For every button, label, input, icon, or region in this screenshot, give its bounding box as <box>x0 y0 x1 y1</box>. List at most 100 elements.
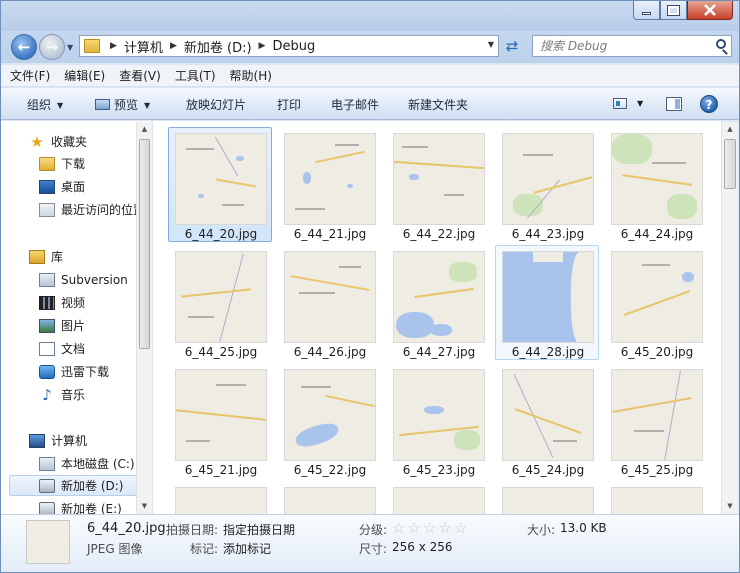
scrollbar-thumb[interactable] <box>139 139 150 349</box>
menu-file[interactable]: 文件(F) <box>10 67 50 84</box>
image-thumbnail <box>502 251 594 343</box>
scroll-down-icon[interactable]: ▼ <box>722 499 738 514</box>
breadcrumb-volume-d[interactable]: 新加卷 (D:) <box>183 37 253 56</box>
file-tile[interactable]: 6_44_23.jpg <box>495 127 599 242</box>
file-name: 6_45_24.jpg <box>511 463 585 477</box>
size-value: 13.0 KB <box>560 521 607 535</box>
file-tile[interactable]: 6_45_25.jpg <box>604 363 708 478</box>
search-box[interactable] <box>532 35 732 57</box>
preview-button[interactable]: 预览 ▼ <box>95 96 150 113</box>
file-tile[interactable]: 6_44_26.jpg <box>277 245 381 360</box>
menu-tools[interactable]: 工具(T) <box>175 67 216 84</box>
breadcrumb-computer[interactable]: 计算机 <box>123 37 164 56</box>
file-tile[interactable] <box>386 481 490 514</box>
tags-value[interactable]: 添加标记 <box>223 540 271 557</box>
image-thumbnail <box>502 487 594 514</box>
nav-libraries[interactable]: 库 <box>29 246 151 267</box>
nav-label: 库 <box>51 250 64 264</box>
navigation-scrollbar[interactable]: ▲ ▼ <box>136 122 152 514</box>
search-icon[interactable] <box>716 39 726 49</box>
file-tile[interactable]: 6_44_25.jpg <box>168 245 272 360</box>
date-taken-value[interactable]: 指定拍摄日期 <box>223 521 295 538</box>
file-name: 6_45_21.jpg <box>184 463 258 477</box>
file-tile[interactable]: 6_44_27.jpg <box>386 245 490 360</box>
file-tile[interactable] <box>168 481 272 514</box>
organize-button[interactable]: 组织 ▼ <box>27 96 63 113</box>
address-bar[interactable]: ▶ 计算机 ▶ 新加卷 (D:) ▶ Debug ▼ <box>79 35 499 57</box>
image-thumbnail <box>502 133 594 225</box>
image-thumbnail <box>175 369 267 461</box>
history-dropdown-icon[interactable]: ▼ <box>67 43 73 52</box>
caption-buttons <box>633 1 733 20</box>
image-thumbnail <box>284 251 376 343</box>
nav-favorites[interactable]: ★ 收藏夹 <box>29 131 151 152</box>
new-folder-button[interactable]: 新建文件夹 <box>408 96 468 113</box>
maximize-button[interactable] <box>660 1 687 20</box>
file-view-scrollbar[interactable]: ▲ ▼ <box>721 122 738 514</box>
refresh-button[interactable]: ⇄ <box>501 36 523 56</box>
star-icon[interactable]: ☆ <box>438 521 451 536</box>
xunlei-icon <box>39 364 55 379</box>
file-name: 6_44_28.jpg <box>511 345 585 359</box>
folder-icon <box>84 39 100 53</box>
file-name: 6_44_21.jpg <box>293 227 367 241</box>
file-name: 6_44_27.jpg <box>402 345 476 359</box>
star-icon[interactable]: ☆ <box>423 521 436 536</box>
file-tile[interactable]: 6_45_22.jpg <box>277 363 381 478</box>
file-tile[interactable]: 6_44_28.jpg <box>495 245 599 360</box>
breadcrumb-separator-icon[interactable]: ▶ <box>170 41 177 51</box>
help-icon[interactable]: ? <box>700 95 718 113</box>
search-input[interactable] <box>540 39 705 53</box>
file-tile[interactable]: 6_45_24.jpg <box>495 363 599 478</box>
computer-icon <box>29 433 45 448</box>
star-icon[interactable]: ☆ <box>454 521 467 536</box>
back-button[interactable]: ← <box>11 34 37 60</box>
menu-help[interactable]: 帮助(H) <box>230 67 272 84</box>
file-tile[interactable] <box>495 481 599 514</box>
scroll-up-icon[interactable]: ▲ <box>722 122 738 137</box>
change-view-icon[interactable] <box>613 98 627 109</box>
library-icon <box>29 249 45 264</box>
drive-icon <box>39 478 55 493</box>
scrollbar-thumb[interactable] <box>724 139 736 189</box>
document-icon <box>39 341 55 356</box>
menu-view[interactable]: 查看(V) <box>119 67 161 84</box>
print-button[interactable]: 打印 <box>277 96 301 113</box>
scroll-up-icon[interactable]: ▲ <box>137 122 152 137</box>
forward-button[interactable]: → <box>39 34 65 60</box>
star-icon: ★ <box>30 132 44 151</box>
file-tile[interactable]: 6_44_21.jpg <box>277 127 381 242</box>
menu-edit[interactable]: 编辑(E) <box>64 67 105 84</box>
view-dropdown-icon[interactable]: ▼ <box>637 99 643 108</box>
file-tile[interactable] <box>277 481 381 514</box>
dimensions-value: 256 x 256 <box>392 540 453 554</box>
email-button[interactable]: 电子邮件 <box>331 96 379 113</box>
preview-pane-icon[interactable] <box>666 97 682 111</box>
nav-label: 迅雷下载 <box>61 365 110 379</box>
breadcrumb-debug[interactable]: Debug <box>271 39 316 54</box>
nav-computer[interactable]: 计算机 <box>29 430 151 451</box>
breadcrumb-separator-icon[interactable]: ▶ <box>259 41 266 51</box>
star-icon[interactable]: ☆ <box>407 521 420 536</box>
file-tile[interactable]: 6_45_21.jpg <box>168 363 272 478</box>
file-tile[interactable]: 6_44_24.jpg <box>604 127 708 242</box>
scroll-down-icon[interactable]: ▼ <box>137 499 152 514</box>
nav-volume-d[interactable]: 新加卷 (D:) <box>9 475 137 496</box>
size-label: 大小: <box>527 523 556 537</box>
file-name: 6_44_20.jpg <box>184 227 258 241</box>
navigation-row: ← → ▼ ▶ 计算机 ▶ 新加卷 (D:) ▶ Debug ▼ ⇄ <box>1 31 739 63</box>
title-bar[interactable] <box>1 1 739 31</box>
rating-stars[interactable]: ☆ ☆ ☆ ☆ ☆ <box>392 521 469 536</box>
file-tile[interactable]: 6_45_20.jpg <box>604 245 708 360</box>
minimize-button[interactable] <box>633 1 660 20</box>
slideshow-button[interactable]: 放映幻灯片 <box>186 96 246 113</box>
file-tile[interactable]: 6_44_22.jpg <box>386 127 490 242</box>
address-dropdown-icon[interactable]: ▼ <box>488 40 494 49</box>
breadcrumb-separator-icon[interactable]: ▶ <box>110 41 117 51</box>
file-tile[interactable] <box>604 481 708 514</box>
file-tile[interactable]: 6_45_23.jpg <box>386 363 490 478</box>
file-tile[interactable]: 6_44_20.jpg <box>168 127 272 242</box>
close-button[interactable] <box>687 1 733 20</box>
image-thumbnail <box>393 369 485 461</box>
star-icon[interactable]: ☆ <box>392 521 405 536</box>
